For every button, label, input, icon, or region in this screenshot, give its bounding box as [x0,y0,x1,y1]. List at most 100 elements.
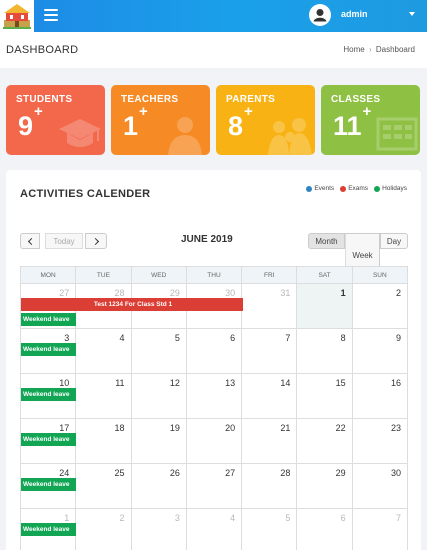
holiday-event[interactable]: Weekend leave [21,388,76,401]
day-cell[interactable]: 19 [131,419,187,464]
legend-dot-icon [306,185,313,192]
day-cell[interactable]: 16 [352,374,408,419]
panel-title: ACTIVITIES CALENDER [20,188,151,200]
parents-group-icon [268,118,312,155]
teacher-icon [168,117,202,155]
legend-dot-icon [340,185,347,192]
username: admin [341,9,368,19]
holiday-event[interactable]: Weekend leave [21,478,76,491]
day-cell[interactable]: 25 [76,464,132,509]
day-cell[interactable]: 9 [352,329,408,374]
day-cell[interactable]: 20 [186,419,243,464]
classes-card[interactable]: CLASSES 11+ [321,85,420,155]
prev-month-button[interactable] [20,233,40,249]
weekday-label: FRI [242,267,298,283]
card-count: 9+ [18,103,43,141]
day-cell[interactable]: 6 [297,509,353,550]
month-grid: MON TUE WED THU FRI SAT SUN 27 28 29 30 … [20,266,408,550]
calendar-legend: Events Exams Holidays [306,185,407,192]
chevron-left-icon [27,237,35,245]
week-row: 27 28 29 30 31 1 2 Test 1234 For Class S… [20,284,408,329]
day-cell[interactable]: 2 [352,284,408,329]
top-navbar: admin [0,0,427,32]
current-month-title: JUNE 2019 [181,234,233,245]
card-count: 1+ [123,103,148,141]
day-cell[interactable]: 3 [132,509,187,550]
menu-toggle-icon[interactable] [44,9,58,21]
weekday-label: WED [132,267,187,283]
avatar [309,4,331,26]
day-cell[interactable]: 22 [297,419,353,464]
legend-item-events: Events [306,185,334,192]
day-cell[interactable]: 29 [297,464,353,509]
day-cell[interactable]: 27 [186,464,243,509]
day-cell[interactable]: 18 [76,419,132,464]
card-label: STUDENTS [16,94,73,105]
day-cell[interactable]: 4 [187,509,243,550]
day-cell[interactable]: 4 [76,329,132,374]
breadcrumb-home[interactable]: Home [343,45,364,54]
chevron-right-icon [91,237,99,245]
day-cell[interactable]: 13 [186,374,243,419]
weekday-label: THU [187,267,243,283]
holiday-event[interactable]: Weekend leave [21,433,76,446]
day-cell[interactable]: 8 [297,329,353,374]
school-logo[interactable] [0,0,34,32]
day-cell[interactable]: 21 [242,419,298,464]
week-row: 17 18 19 20 21 22 23 Weekend leave [20,419,408,464]
weekday-label: SAT [297,267,353,283]
week-row: 3 4 5 6 7 8 9 Weekend leave [20,329,408,374]
next-month-button[interactable] [85,233,107,249]
graduation-cap-icon [59,119,101,147]
day-cell[interactable]: 26 [131,464,187,509]
holiday-event[interactable]: Weekend leave [21,313,76,326]
card-label: CLASSES [331,94,381,105]
legend-item-holidays: Holidays [374,185,407,192]
day-cell[interactable]: 30 [352,464,408,509]
today-button[interactable]: Today [45,233,83,249]
day-cell[interactable]: 15 [297,374,353,419]
weekday-label: MON [21,267,77,283]
page-header: DASHBOARD Home › Dashboard [0,32,427,68]
day-cell[interactable]: 6 [186,329,243,374]
classroom-board-icon [376,117,418,151]
activities-calendar-panel: ACTIVITIES CALENDER Events Exams Holiday… [6,170,421,550]
day-cell[interactable]: 5 [131,329,187,374]
day-cell[interactable]: 12 [131,374,187,419]
chevron-down-icon[interactable] [409,12,415,16]
legend-dot-icon [374,185,381,192]
week-row: 1 2 3 4 5 6 7 Weekend leave [20,509,408,550]
day-cell[interactable]: 31 [242,284,298,329]
weekday-header-row: MON TUE WED THU FRI SAT SUN [20,266,408,284]
weekday-label: TUE [76,267,132,283]
day-cell[interactable]: 2 [76,509,132,550]
day-cell[interactable]: 11 [76,374,132,419]
students-card[interactable]: STUDENTS 9+ [6,85,105,155]
page-title: DASHBOARD [6,44,79,56]
exam-event[interactable]: Test 1234 For Class Std 1 [21,298,243,311]
day-view-button[interactable]: Day [380,233,408,249]
breadcrumb: Home › Dashboard [343,45,415,54]
day-cell[interactable]: 28 [242,464,298,509]
breadcrumb-separator-icon: › [368,45,372,54]
day-cell[interactable]: 14 [242,374,298,419]
breadcrumb-current: Dashboard [375,45,415,54]
teachers-card[interactable]: TEACHERS 1+ [111,85,210,155]
day-cell-today[interactable]: 1 [297,284,353,329]
day-cell[interactable]: 7 [242,329,298,374]
card-label: TEACHERS [121,94,179,105]
weekday-label: SUN [372,272,387,279]
month-view-button[interactable]: Month [308,233,345,249]
legend-item-exams: Exams [340,185,368,192]
card-count: 11+ [333,103,372,141]
day-cell[interactable]: 23 [352,419,408,464]
day-cell[interactable]: 7 [353,509,408,550]
user-menu[interactable]: admin [307,0,427,32]
holiday-event[interactable]: Weekend leave [21,523,76,536]
week-row: 10 11 12 13 14 15 16 Weekend leave [20,374,408,419]
holiday-event[interactable]: Weekend leave [21,343,76,356]
week-row: 24 25 26 27 28 29 30 Weekend leave [20,464,408,509]
card-count: 8+ [228,103,253,141]
day-cell[interactable]: 5 [242,509,298,550]
parents-card[interactable]: PARENTS 8+ [216,85,315,155]
